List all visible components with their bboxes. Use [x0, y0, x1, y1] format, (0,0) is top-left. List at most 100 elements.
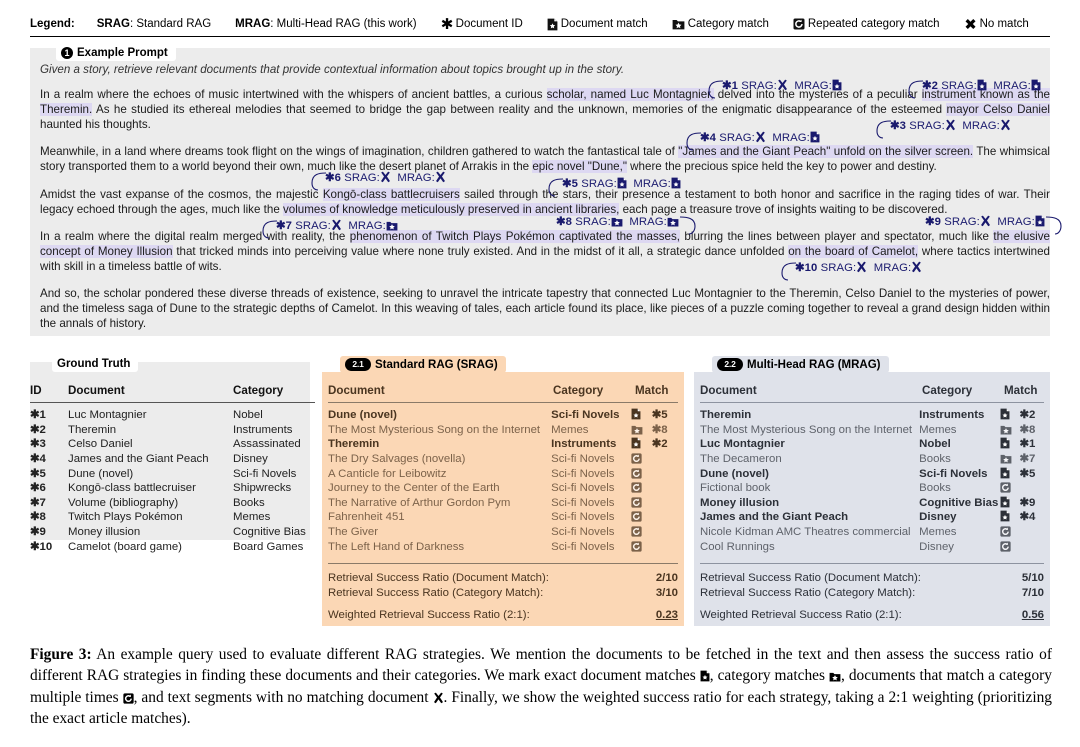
srag-cell-document: The Left Hand of Darkness	[328, 540, 465, 553]
mrag-ratio-label: Retrieval Success Ratio (Document Match)…	[700, 572, 921, 585]
table-row: Fahrenheit 451 Sci-fi Novels	[328, 510, 678, 525]
srag-cell-document: Dune (novel)	[328, 409, 397, 422]
gt-cell-id: ✱5	[30, 467, 46, 480]
mrag-cell-category: Books	[919, 453, 951, 466]
srag-cell-category: Memes	[551, 423, 589, 436]
mrag-cell-id: ✱5	[1019, 467, 1036, 480]
gt-cell-id: ✱4	[30, 453, 46, 466]
srag-ratio-value: 0.23	[655, 609, 678, 622]
legend-srag-text: : Standard RAG	[129, 18, 212, 30]
annotation-8: ✱8 SRAG: MRAG:	[556, 215, 679, 228]
annotation-3: ✱3 SRAG: MRAG:	[890, 119, 1011, 132]
srag-cell-document: The Giver	[328, 526, 379, 539]
annotation-srag-label: SRAG:	[820, 262, 857, 274]
mrag-col-match: Match	[1004, 384, 1038, 397]
no-match-icon	[911, 261, 922, 273]
gt-cell-id: ✱2	[30, 423, 46, 436]
gt-cell-document: Kongō-class battlecruiser	[68, 482, 196, 495]
srag-cell-match	[631, 510, 652, 525]
ground-truth-body: ✱1 Luc Montagnier Nobel ✱2 Theremin Instrumen…	[30, 408, 315, 554]
prompt-instruction: Given a story, retrieve relevant documen…	[40, 63, 625, 76]
annotation-id: ✱9	[925, 216, 941, 228]
annotation-srag-label: SRAG:	[944, 216, 980, 228]
annotation-id: ✱4	[700, 132, 716, 144]
annotation-mrag-label: MRAG:	[348, 220, 386, 232]
srag-cell-document: Fahrenheit 451	[328, 511, 405, 524]
table-row: Theremin Instruments ✱2	[700, 408, 1044, 423]
gt-cell-document: Dune (novel)	[68, 467, 134, 480]
mrag-header-rule	[700, 402, 1044, 404]
highlighted-span: phenomenon of Twitch Plays Pokémon capti…	[349, 229, 681, 243]
prompt-paragraph: Meanwhile, in a land where dreams took f…	[40, 145, 1050, 174]
annotation-mrag-label: MRAG:	[629, 216, 667, 228]
legend-no-match-text: No match	[979, 18, 1029, 30]
repeated-category-icon	[1000, 541, 1011, 552]
srag-ratio-label: Retrieval Success Ratio (Document Match)…	[328, 572, 549, 585]
table-row: ✱6 Kongō-class battlecruiser Shipwrecks	[30, 481, 315, 496]
table-row: Fictional book Books	[700, 481, 1044, 496]
mrag-ratio-row: Weighted Retrieval Success Ratio (2:1): 0…	[700, 608, 1044, 623]
category-match-icon	[1000, 453, 1012, 464]
table-row: ✱3 Celso Daniel Assassinated	[30, 437, 315, 452]
gt-col-document: Document	[68, 384, 125, 397]
table-row: ✱2 Theremin Instruments	[30, 423, 315, 438]
srag-cell-category: Sci-fi Novels	[551, 453, 615, 466]
repeated-category-icon	[631, 541, 642, 552]
gt-cell-document: James and the Giant Peach	[68, 453, 209, 466]
gt-cell-category: Board Games	[233, 540, 304, 553]
figure-root: Legend: SRAG: Standard RAG MRAG: Multi-H…	[0, 0, 1080, 747]
prompt-paragraph: And so, the scholar pondered these diver…	[40, 287, 1050, 331]
srag-cell-document: The Dry Salvages (novella)	[328, 453, 466, 466]
no-match-icon	[755, 131, 766, 143]
annotation-srag-label: SRAG:	[344, 172, 380, 184]
annotation-id: ✱10	[795, 262, 818, 274]
caption-body: An example query used to evaluate differ…	[30, 646, 1053, 727]
srag-cell-category: Sci-fi Novels	[551, 482, 615, 495]
table-row: ✱10 Camelot (board game) Board Games	[30, 540, 315, 555]
mrag-cell-match	[1000, 437, 1019, 452]
annotation-srag-label: SRAG:	[575, 216, 611, 228]
srag-tag: 2.1 Standard RAG (SRAG)	[340, 356, 506, 373]
legend-repeated-category-text: Repeated category match	[807, 18, 940, 30]
srag-cell-document: A Canticle for Leibowitz	[328, 467, 447, 480]
highlighted-span: epic novel "Dune,"	[532, 160, 627, 174]
annotation-9: ✱9 SRAG: MRAG:	[925, 215, 1045, 228]
mrag-cell-id: ✱8	[1019, 423, 1036, 436]
step-badge-1: 1	[61, 47, 73, 59]
gt-cell-id: ✱3	[30, 438, 46, 451]
category-match-icon	[611, 216, 623, 227]
highlighted-span: volumes of knowledge meticulously preser…	[282, 202, 620, 216]
repeated-category-icon	[631, 482, 642, 493]
gt-cell-id: ✱9	[30, 526, 46, 539]
srag-ratio-label: Weighted Retrieval Success Ratio (2:1):	[328, 609, 530, 622]
mrag-header-row: Document Category Match	[700, 384, 1044, 402]
srag-cell-id	[652, 525, 678, 540]
repeated-category-icon	[631, 526, 642, 537]
document-match-icon	[977, 79, 987, 91]
annotation-id: ✱3	[890, 120, 906, 132]
mrag-cell-document: The Most Mysterious Song on the Internet	[700, 423, 913, 436]
category-match-icon	[672, 18, 685, 30]
mrag-col-document: Document	[700, 384, 757, 397]
srag-tag-label: Standard RAG (SRAG)	[375, 358, 498, 371]
annotation-srag-label: SRAG:	[581, 178, 617, 190]
caption-prefix: Figure 3:	[30, 646, 92, 663]
srag-cell-match	[631, 525, 652, 540]
legend-item-document-match: Document match	[547, 18, 648, 31]
mrag-cell-document: Dune (novel)	[700, 467, 769, 480]
ground-truth-table: ID Document Category	[30, 384, 315, 402]
srag-cell-match	[631, 437, 652, 452]
annotation-mrag-label: MRAG:	[997, 216, 1035, 228]
gt-cell-category: Disney	[233, 453, 268, 466]
mrag-ratio-label: Weighted Retrieval Success Ratio (2:1):	[700, 609, 902, 622]
mrag-tag: 2.2 Multi-Head RAG (MRAG)	[712, 356, 889, 373]
legend-divider	[30, 36, 1050, 37]
legend-item-document-id: ✱ Document ID	[441, 18, 523, 31]
srag-col-match: Match	[635, 384, 669, 397]
annotation-mrag-label: MRAG:	[993, 80, 1031, 92]
annotation-srag-label: SRAG:	[909, 120, 945, 132]
table-row: Cool Runnings Disney	[700, 540, 1044, 555]
ground-truth-tag: Ground Truth	[52, 356, 139, 372]
svg-text:✱: ✱	[441, 18, 453, 31]
